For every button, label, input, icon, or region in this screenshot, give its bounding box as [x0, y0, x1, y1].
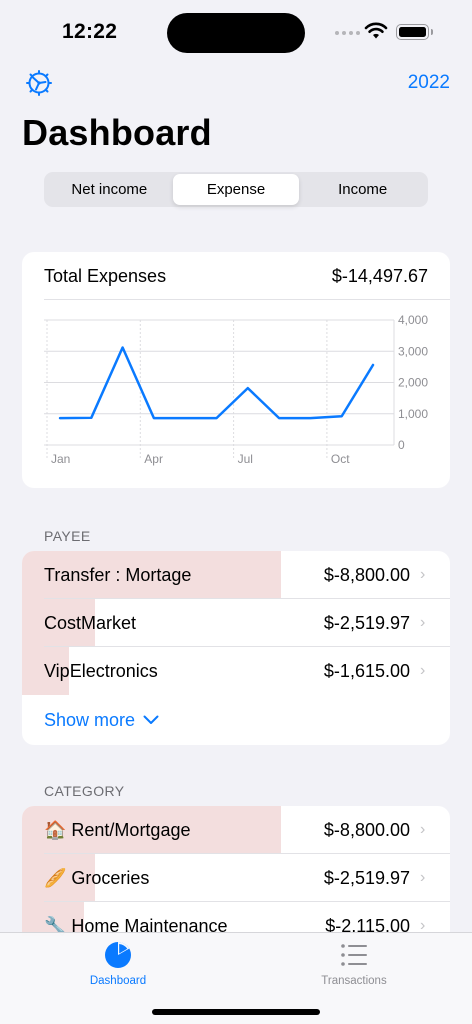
category-list: 🏠 Rent/Mortgage $-8,800.00 › 🥖 Groceries… [22, 806, 450, 936]
y-tick-label: 2,000 [398, 376, 428, 390]
payee-row-transfer-mortage[interactable]: Transfer : Mortage $-8,800.00 › [22, 551, 450, 599]
home-indicator [152, 1009, 320, 1015]
tab-dashboard-label: Dashboard [89, 975, 147, 987]
category-name: 🏠 Rent/Mortgage [44, 819, 191, 840]
category-amount: $-2,519.97 [323, 867, 410, 888]
segment-net-income[interactable]: Net income [46, 174, 173, 205]
segment-expense[interactable]: Expense [172, 174, 300, 205]
category-name: 🥖 Groceries [44, 867, 150, 888]
payee-amount: $-8,800.00 [323, 564, 410, 585]
chevron-right-icon: › [420, 821, 426, 838]
payee-amount: $-1,615.00 [323, 660, 410, 681]
dynamic-island [167, 13, 305, 53]
payee-name: Transfer : Mortage [44, 564, 192, 585]
x-tick-label: Jul [238, 452, 253, 466]
payee-row-costmarket[interactable]: CostMarket $-2,519.97 › [22, 599, 450, 647]
tab-transactions[interactable]: Transactions [294, 941, 414, 987]
chevron-right-icon: › [420, 869, 426, 886]
payee-name: CostMarket [44, 612, 137, 633]
cellular-signal-icon [335, 31, 360, 35]
status-bar: 12:22 [0, 0, 472, 62]
category-row-home-maintenance[interactable]: 🔧 Home Maintenance $-2,115.00 › [22, 902, 450, 936]
show-more-label: Show more [44, 709, 136, 730]
battery-icon [396, 24, 433, 40]
payee-amount: $-2,519.97 [323, 612, 410, 633]
x-tick-label: Apr [144, 452, 163, 466]
y-tick-label: 4,000 [398, 313, 428, 327]
category-section-label: CATEGORY [44, 783, 125, 799]
chart-header: Total Expenses $-14,497.67 [44, 266, 428, 292]
chevron-down-icon [143, 715, 159, 724]
chart-total: $-14,497.67 [331, 266, 428, 286]
settings-gear-icon[interactable] [24, 68, 54, 98]
x-tick-label: Oct [331, 452, 350, 466]
year-button[interactable]: 2022 [408, 72, 450, 94]
expense-line-chart: 4,000 3,000 2,000 1,000 0 Jan Apr Jul Oct [44, 313, 428, 466]
total-expenses-card[interactable]: Total Expenses $-14,497.67 4,000 3,000 2,0… [22, 252, 450, 488]
wifi-icon [364, 22, 388, 39]
segmented-control: Net income Expense Income [44, 172, 428, 207]
chevron-right-icon: › [420, 614, 426, 631]
y-tick-label: 1,000 [398, 407, 428, 421]
pie-chart-icon [105, 941, 131, 968]
segment-income[interactable]: Income [299, 174, 426, 205]
tab-dashboard[interactable]: Dashboard [58, 941, 178, 987]
chart-title: Total Expenses [44, 266, 167, 286]
divider [44, 299, 450, 300]
y-tick-label: 0 [398, 438, 405, 452]
payee-section-label: PAYEE [44, 528, 91, 544]
category-amount: $-8,800.00 [323, 819, 410, 840]
y-tick-label: 3,000 [398, 344, 428, 358]
payee-list: Transfer : Mortage $-8,800.00 › CostMark… [22, 551, 450, 745]
payee-row-vipelectronics[interactable]: VipElectronics $-1,615.00 › [22, 647, 450, 695]
category-row-rent-mortgage[interactable]: 🏠 Rent/Mortgage $-8,800.00 › [22, 806, 450, 854]
chevron-right-icon: › [420, 662, 426, 679]
list-icon [341, 944, 367, 966]
x-tick-label: Jan [51, 452, 70, 466]
payee-name: VipElectronics [44, 660, 158, 681]
status-time: 12:22 [62, 20, 118, 43]
page-title: Dashboard [22, 112, 212, 153]
category-row-groceries[interactable]: 🥖 Groceries $-2,519.97 › [22, 854, 450, 902]
chevron-right-icon: › [420, 566, 426, 583]
show-more-button[interactable]: Show more [22, 695, 450, 745]
tab-transactions-label: Transactions [321, 975, 387, 987]
